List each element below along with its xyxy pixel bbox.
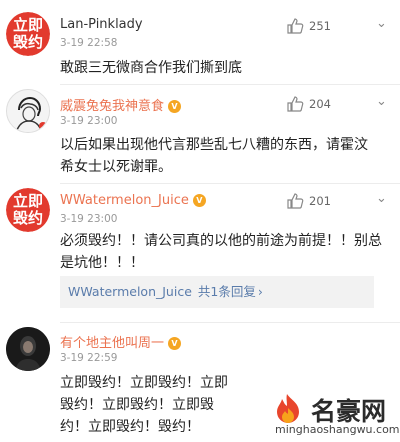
username[interactable]: 威震兔兔我神意食 V	[60, 95, 182, 114]
reply-username[interactable]: WWatermelon_Juice	[68, 284, 192, 299]
avatar-portrait-icon	[7, 90, 49, 132]
comment-text: 立即毁约！立即毁约！立即毁约！立即毁约！立即毁约！立即毁约！毁约！	[60, 375, 228, 435]
chevron-down-icon[interactable]: ⌄	[376, 16, 387, 31]
like-button[interactable]: 201	[287, 193, 331, 209]
comment-text: 必须毁约！！请公司真的以他的前途为前提！！别总是坑他！！！	[60, 233, 382, 271]
username-text: 威震兔兔我神意食	[60, 99, 165, 114]
vip-badge-icon: V	[192, 194, 206, 207]
reply-count: 共1条回复	[197, 284, 256, 299]
divider	[60, 84, 400, 85]
like-button[interactable]: 251	[287, 18, 331, 34]
thumbs-up-icon	[287, 96, 304, 112]
like-button[interactable]: 204	[287, 96, 331, 112]
timestamp: 3-19 23:00	[60, 213, 118, 225]
avatar-line: 立即	[12, 16, 43, 34]
comment-text: 以后如果出现他代言那些乱七八糟的东西，请霍汶希女士以死谢罪。	[60, 137, 368, 175]
username[interactable]: 有个地主他叫周一 V	[60, 332, 182, 351]
timestamp: 3-19 23:00	[60, 115, 118, 127]
flame-logo-icon	[277, 394, 299, 423]
thumbs-up-icon	[287, 193, 304, 209]
username[interactable]: Lan-Pinklady	[60, 17, 143, 32]
like-count: 251	[309, 19, 331, 33]
like-count: 204	[309, 97, 331, 111]
username[interactable]: WWatermelon_Juice V	[60, 193, 206, 208]
thumbs-up-icon	[287, 18, 304, 34]
avatar[interactable]: 立即 毁约	[6, 12, 50, 56]
chevron-down-icon[interactable]: ⌄	[376, 94, 387, 109]
avatar-line: 毁约	[12, 33, 43, 51]
avatar[interactable]	[6, 89, 50, 133]
chevron-right-icon: ›	[257, 284, 263, 299]
timestamp: 3-19 22:59	[60, 352, 118, 364]
avatar-line: 毁约	[12, 209, 43, 227]
avatar-line: 立即	[12, 192, 43, 210]
watermark-url: minghaoshangwu.com	[275, 423, 400, 436]
avatar-text: 立即 毁约	[6, 188, 50, 232]
watermark-logo: 名豪网 minghaoshangwu.com	[267, 392, 400, 442]
avatar[interactable]: 立即 毁约	[6, 188, 50, 232]
vip-badge-icon: V	[168, 100, 182, 113]
vip-badge-icon: V	[168, 337, 182, 350]
divider	[60, 183, 400, 184]
username-text: WWatermelon_Juice	[60, 193, 189, 208]
comment-text: 敢跟三无微商合作我们撕到底	[60, 60, 242, 76]
like-count: 201	[309, 194, 331, 208]
username-text: 有个地主他叫周一	[60, 336, 165, 351]
divider	[60, 322, 400, 323]
avatar[interactable]	[6, 327, 50, 371]
chevron-down-icon[interactable]: ⌄	[376, 191, 387, 206]
timestamp: 3-19 22:58	[60, 37, 118, 49]
reply-summary[interactable]: WWatermelon_Juice 共1条回复 ›	[60, 276, 374, 308]
avatar-text: 立即 毁约	[6, 12, 50, 56]
avatar-photo-icon	[6, 327, 50, 371]
